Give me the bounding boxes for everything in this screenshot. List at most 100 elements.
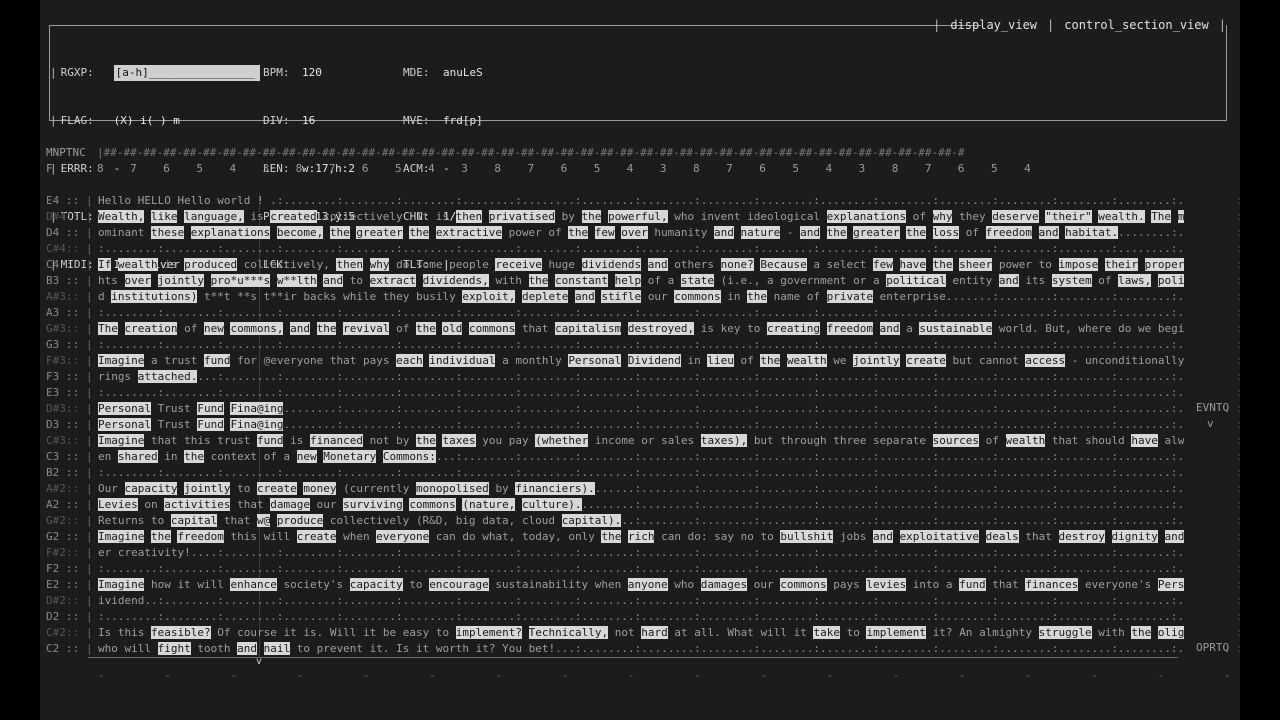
grid-edge: | [86,498,93,511]
grid-edge: | [86,274,93,287]
grid-cells[interactable]: :........:........:........:........:...… [98,241,1184,257]
grid-edge: | [86,242,93,255]
grid-cells[interactable]: :........:........:........:........:...… [98,337,1184,353]
grid-row[interactable]: G#2:: | Returns to capital that w@ produce… [46,513,1240,529]
grid-row[interactable]: C#2:: | Is this feasible? Of course it is.… [46,625,1240,641]
grid-row[interactable]: G3 :: |:........:........:........:......… [46,337,1240,353]
grid-row[interactable]: E2 :: | Imagine how it will enhance societ… [46,577,1240,593]
grid-row[interactable]: C4 :: | If wealth is produced collectively… [46,257,1240,273]
grid-cells[interactable]: rings attached....:........:........:...… [98,369,1184,385]
grid-row[interactable]: A2 :: | Levies on activities that damage o… [46,497,1240,513]
grid-cells[interactable]: The creation of new commons, and the rev… [98,321,1184,337]
grid-row[interactable]: F#2:: | er creativity!....:........:......… [46,545,1240,561]
grid-row[interactable]: C2 :: | who will fight tooth and nail to p… [46,641,1240,657]
grid-cells[interactable]: :........:........:........:........:...… [98,561,1184,577]
grid-cells[interactable]: Imagine the freedom this will create whe… [98,529,1184,545]
row-end-dots: :::: [1236,561,1240,577]
grid-cells[interactable]: Levies on activities that damage our sur… [98,497,1184,513]
grid-cells[interactable]: Hello HELLO Hello world ! .:........:...… [98,193,1184,209]
view-tabs: | display_view | control_section_view | [933,17,1226,33]
grid-cells[interactable]: Our capacity jointly to create money (cu… [98,481,1184,497]
grid-edge: | [86,338,93,351]
grid-cells[interactable]: If wealth is produced collectively, then… [98,257,1184,273]
row-end-dots: :::: [1236,513,1240,529]
grid-row[interactable]: A3 :: |:........:........:........:......… [46,305,1240,321]
tab-control-section-view[interactable]: control_section_view [1064,17,1209,33]
tab-separator: | [1047,18,1055,32]
grid-cells[interactable]: Returns to capital that w@ produce colle… [98,513,1184,529]
note-label: E4 :: [46,194,80,207]
grid-cells[interactable]: Imagine a trust fund for @everyone that … [98,353,1184,369]
mde-value: anuLeS [443,66,483,79]
mve-label: MVE: [403,114,430,127]
grid-row[interactable]: D2 :: |:........:........:........:......… [46,609,1240,625]
grid-cells[interactable]: Imagine that this trust fund is financed… [98,433,1184,449]
grid-row[interactable]: A#2:: | Our capacity jointly to create mon… [46,481,1240,497]
grid-cells[interactable]: :........:........:........:........:...… [98,385,1184,401]
grid-edge: | [86,562,93,575]
grid-row[interactable]: E4 :: | Hello HELLO Hello world ! .:......… [46,193,1240,209]
row-end-dots: :::: [1236,417,1240,433]
flag-value[interactable]: (X) i( ) m [114,113,180,129]
grid-row[interactable]: B2 :: |:........:........:........:......… [46,465,1240,481]
grid-cells[interactable]: er creativity!....:........:........:...… [98,545,1184,561]
grid-row[interactable]: F3 :: | rings attached....:........:......… [46,369,1240,385]
grid-row[interactable]: G#3:: | The creation of new commons, and t… [46,321,1240,337]
grid-cells[interactable]: d institutions) t**t **s t**ir backs whi… [98,289,1184,305]
grid-edge: | [86,322,93,335]
grid-cells[interactable]: Wealth, like language, is created collec… [98,209,1184,225]
rgxp-input[interactable]: [a-h]________________ [113,65,260,81]
grid-edge: | [86,546,93,559]
grid-cells[interactable]: Is this feasible? Of course it is. Will … [98,625,1184,641]
grid-cells[interactable]: Personal Trust Fund Fina@ing........:...… [98,417,1184,433]
grid-cells[interactable]: en shared in the context of a new Moneta… [98,449,1184,465]
grid-cells[interactable]: hts over jointly pro*u***s w**lth and to… [98,273,1184,289]
grid-row[interactable]: B3 :: | hts over jointly pro*u***s w**lth … [46,273,1240,289]
grid-row[interactable]: D#4:: | Wealth, like language, is created … [46,209,1240,225]
note-label: F#3:: [46,354,80,367]
grid-edge: | [86,482,93,495]
row-end-dots: :::: [1236,481,1240,497]
grid-cells[interactable]: :........:........:........:........:...… [98,465,1184,481]
grid-row[interactable]: C#3:: | Imagine that this trust fund is fi… [46,433,1240,449]
grid-row[interactable]: F#3:: | Imagine a trust fund for @everyone… [46,353,1240,369]
row-end-dots: :::: [1236,225,1240,241]
grid-cells[interactable]: Imagine how it will enhance society's ca… [98,577,1184,593]
grid-cells[interactable]: ividend..:........:........:........:...… [98,593,1184,609]
grid-edge: | [86,434,93,447]
grid-row[interactable]: E3 :: |:........:........:........:......… [46,385,1240,401]
note-label: C3 :: [46,450,80,463]
grid-cells[interactable]: Personal Trust Fund Fina@ing........:...… [98,401,1184,417]
grid-row[interactable]: D4 :: | ominant these explanations become,… [46,225,1240,241]
sequencer-grid[interactable]: E4 :: | Hello HELLO Hello world ! .:......… [46,193,1240,657]
row-end-dots: :::: [1236,609,1240,625]
grid-row[interactable]: F2 :: |:........:........:........:......… [46,561,1240,577]
row-end-dots: :::: [1236,289,1240,305]
note-label: B2 :: [46,466,80,479]
row-end-dots: :::: [1236,641,1240,657]
grid-cells[interactable]: :........:........:........:........:...… [98,305,1184,321]
grid-edge: | [86,418,93,431]
row-end-dots: :::: [1236,433,1240,449]
note-label: A3 :: [46,306,80,319]
row-end-dots: :::: [1236,273,1240,289]
grid-edge: | [86,450,93,463]
grid-cells[interactable]: :........:........:........:........:...… [98,609,1184,625]
grid-cells[interactable]: ominant these explanations become, the g… [98,225,1184,241]
note-label: A#3:: [46,290,80,303]
grid-row[interactable]: D#3:: | Personal Trust Fund Fina@ing......… [46,401,1240,417]
grid-row[interactable]: D#2:: | ividend..:........:........:......… [46,593,1240,609]
tab-display-view[interactable]: display_view [950,17,1037,33]
timeline-track[interactable]: |##-##-##-##-##-##-##-##-##-##-##-##-##-… [97,145,965,161]
grid-edge: | [86,226,93,239]
grid-row[interactable]: D3 :: | Personal Trust Fund Fina@ing......… [46,417,1240,433]
grid-edge: | [86,354,93,367]
grid-row[interactable]: A#3:: | d institutions) t**t **s t**ir bac… [46,289,1240,305]
note-label: D#3:: [46,402,80,415]
grid-edge: | [86,306,93,319]
rgxp-label: RGXP: [60,66,94,79]
grid-row[interactable]: C3 :: | en shared in the context of a new … [46,449,1240,465]
output-queue-label: OPRTQ [1196,641,1230,654]
grid-row[interactable]: C#4:: |:........:........:........:......… [46,241,1240,257]
grid-row[interactable]: G2 :: | Imagine the freedom this will crea… [46,529,1240,545]
